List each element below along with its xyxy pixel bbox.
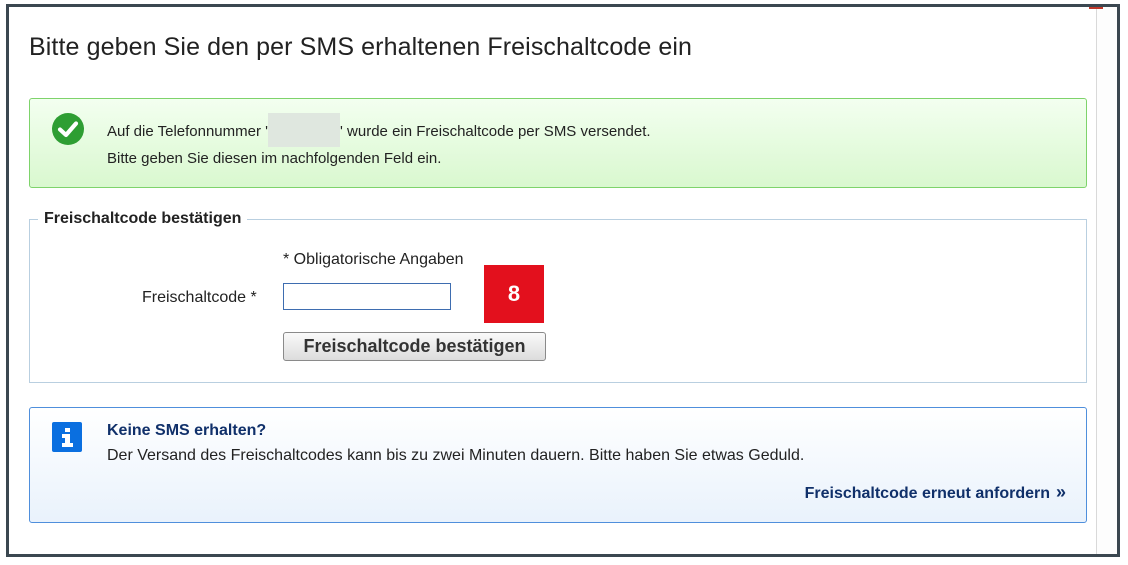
content-frame: Bitte geben Sie den per SMS erhaltenen F… (6, 4, 1120, 557)
code-input[interactable] (283, 283, 451, 310)
info-text: Der Versand des Freischaltcodes kann bis… (107, 447, 805, 464)
page-title: Bitte geben Sie den per SMS erhaltenen F… (29, 33, 693, 61)
scrollbar[interactable] (1089, 7, 1117, 554)
resend-code-link[interactable]: Freischaltcode erneut anfordern» (805, 482, 1066, 503)
step-number-badge: 8 (484, 265, 544, 323)
redacted-phone-number (268, 113, 341, 148)
confirm-code-button[interactable]: Freischaltcode bestätigen (283, 332, 546, 361)
info-icon (52, 422, 82, 452)
code-field-label: Freischaltcode * (142, 289, 257, 306)
info-message-box: Keine SMS erhalten? Der Versand des Frei… (29, 407, 1087, 523)
scrollbar-marker (1089, 7, 1103, 9)
success-message-line1: Auf die Telefonnummer ' ' wurde ein Freis… (107, 113, 651, 148)
success-message-line2: Bitte geben Sie diesen im nachfolgenden … (107, 150, 442, 167)
check-circle-icon (52, 113, 84, 145)
success-message-box: Auf die Telefonnummer ' ' wurde ein Freis… (29, 98, 1087, 188)
double-chevron-right-icon: » (1055, 482, 1066, 502)
info-title: Keine SMS erhalten? (107, 422, 267, 439)
fieldset-legend: Freischaltcode bestätigen (44, 210, 242, 227)
required-fields-note: * Obligatorische Angaben (283, 251, 464, 268)
